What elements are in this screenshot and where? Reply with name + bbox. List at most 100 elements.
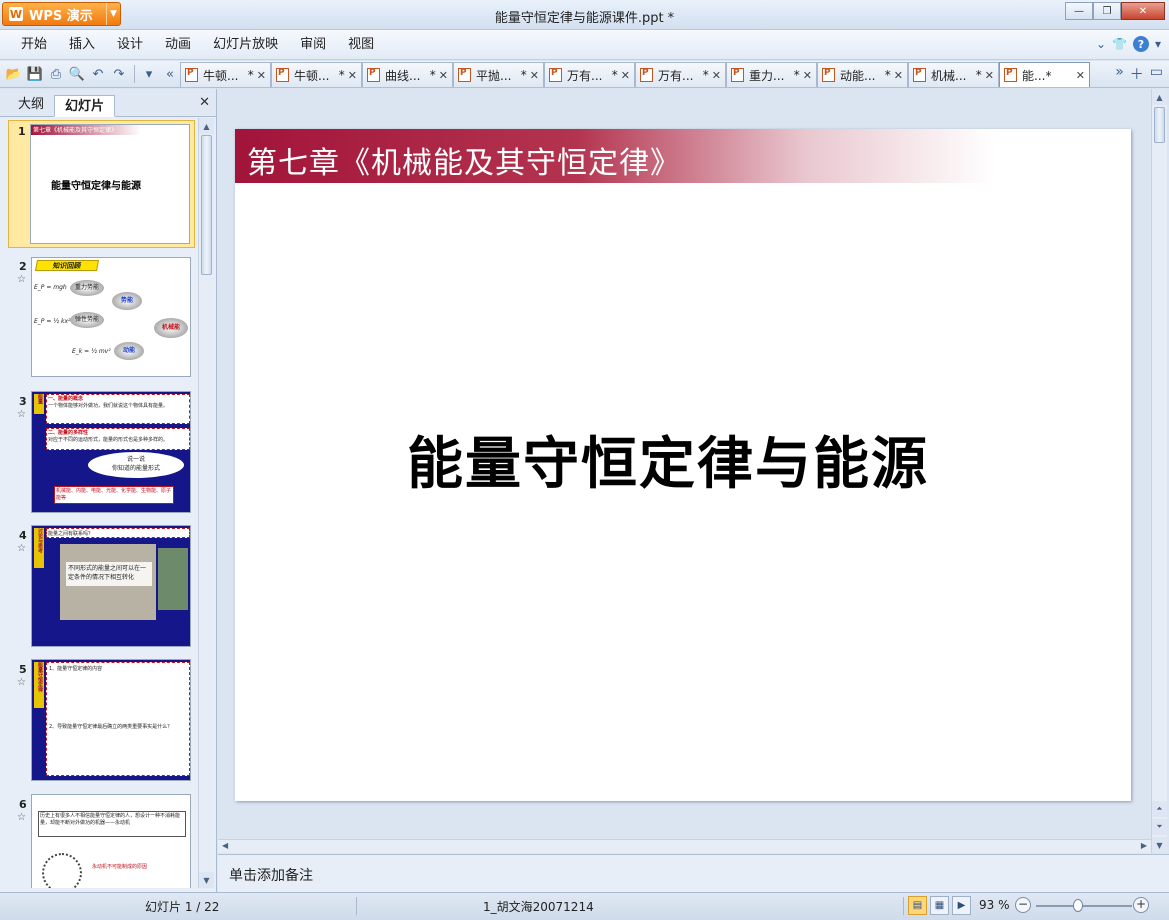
notes-pane[interactable]: 单击添加备注 [218, 854, 1169, 892]
open-icon[interactable]: 📂 [4, 64, 24, 84]
restore-button[interactable]: ❐ [1093, 2, 1121, 20]
doc-tab[interactable]: 牛顿...*✕ [271, 62, 362, 87]
minimize-button[interactable]: — [1065, 2, 1093, 20]
template-name: 1_胡文海20071214 [483, 900, 594, 914]
zoom-slider-handle[interactable] [1073, 899, 1083, 912]
thumbnails-scrollbar[interactable]: ▲ ▼ [198, 118, 214, 888]
tab-list-icon[interactable]: ▭ [1150, 64, 1163, 84]
print-preview-icon[interactable]: 🔍 [67, 64, 87, 84]
close-tab-icon[interactable]: ✕ [803, 69, 812, 82]
collapse-ribbon-icon[interactable]: ⌄ [1096, 37, 1106, 51]
print-icon[interactable]: ⎙ [46, 64, 66, 84]
scroll-up-icon[interactable]: ▲ [199, 118, 214, 134]
doc-tab[interactable]: 牛顿...*✕ [180, 62, 271, 87]
ppt-file-icon [640, 68, 653, 82]
slide-thumbnail-6[interactable]: 6 ☆ 历史上有很多人不相信能量守恒定律的人，想设计一种不消耗能量，却能不断对外… [11, 794, 193, 888]
menu-view[interactable]: 视图 [337, 30, 385, 60]
divider [134, 65, 135, 83]
status-bar: 幻灯片 1 / 22 1_胡文海20071214 ▤ ▦ ▶ 93 % − + [0, 892, 1169, 920]
doc-tab[interactable]: 万有...*✕ [544, 62, 635, 87]
document-tabs: 牛顿...*✕ 牛顿...*✕ 曲线...*✕ 平抛...*✕ 万有...*✕ … [180, 62, 1090, 87]
save-icon[interactable]: 💾 [25, 64, 45, 84]
tabs-scroll-right-icon[interactable]: » [1115, 64, 1124, 84]
slide-chapter-title[interactable]: 第七章《机械能及其守恒定律》 [247, 138, 681, 182]
menu-design[interactable]: 设计 [106, 30, 154, 60]
animation-star-icon: ☆ [17, 274, 26, 285]
menu-animation[interactable]: 动画 [154, 30, 202, 60]
doc-tab[interactable]: 动能...*✕ [817, 62, 908, 87]
help-icon[interactable]: ? [1132, 36, 1149, 52]
tab-slides[interactable]: 幻灯片 [54, 95, 116, 117]
slide-thumbnail-3[interactable]: 3 ☆ 能量 一、能量的概念 一个物体能够对外做功，我们就说这个物体具有能量。 … [11, 391, 193, 513]
animation-star-icon: ☆ [17, 543, 26, 554]
editor-horizontal-scrollbar[interactable]: ◀ ▶ [218, 839, 1151, 853]
normal-view-icon[interactable]: ▤ [908, 896, 927, 915]
slide-thumbnail-5[interactable]: 5 ☆ 能量守恒定律 1、能量守恒定律的内容 2、导致能量守恒定律最后确立的两类… [11, 659, 193, 781]
close-tab-icon[interactable]: ✕ [621, 69, 630, 82]
help-dropdown-icon[interactable]: ▾ [1155, 37, 1161, 51]
scrollbar-thumb[interactable] [1154, 107, 1165, 143]
document-title: 能量守恒定律与能源课件.ppt * [494, 11, 675, 26]
close-tab-icon[interactable]: ✕ [712, 69, 721, 82]
doc-tab-active[interactable]: 能...*✕ [999, 62, 1090, 87]
slide-banner: 第七章《机械能及其守恒定律》 [235, 129, 995, 183]
scroll-down-icon[interactable]: ▼ [199, 872, 214, 888]
slides-panel: 大纲 幻灯片 ✕ 1 第七章《机械能及其守恒定律》 能量守恒定律与能源 2 ☆ … [0, 89, 217, 892]
ppt-file-icon [1004, 68, 1017, 82]
page-down-icon[interactable]: ⏷ [1152, 819, 1167, 835]
scrollbar-thumb[interactable] [201, 135, 212, 275]
doc-tab[interactable]: 曲线...*✕ [362, 62, 453, 87]
page-up-icon[interactable]: ⏶ [1152, 801, 1167, 817]
animation-star-icon: ☆ [17, 677, 26, 688]
scroll-left-icon[interactable]: ◀ [222, 841, 228, 850]
skin-icon[interactable]: 👕 [1112, 37, 1127, 51]
zoom-slider-track[interactable] [1036, 905, 1132, 907]
close-tab-icon[interactable]: ✕ [894, 69, 903, 82]
customize-toolbar-icon[interactable]: ▾ [139, 64, 159, 84]
slide-title[interactable]: 能量守恒定律与能源 [235, 419, 1131, 500]
divider [903, 897, 904, 915]
close-tab-icon[interactable]: ✕ [530, 69, 539, 82]
ppt-file-icon [458, 68, 471, 82]
tabs-scroll-left-icon[interactable]: « [160, 64, 180, 84]
zoom-out-icon[interactable]: − [1015, 897, 1031, 913]
doc-tab[interactable]: 机械...*✕ [908, 62, 999, 87]
slide-editor: 第七章《机械能及其守恒定律》 能量守恒定律与能源 [218, 89, 1151, 839]
slide-thumbnail-4[interactable]: 4 ☆ 讨论与思考 能量之间有联系吗？ 不同形式的能量之间可以在一定条件的情况下… [11, 525, 193, 647]
slide-thumbnail-2[interactable]: 2 ☆ 知识回顾 E_P = mgh E_P = ½ kx² E_k = ½ m… [11, 256, 193, 378]
ppt-file-icon [913, 68, 926, 82]
close-tab-icon[interactable]: ✕ [348, 69, 357, 82]
scroll-up-icon[interactable]: ▲ [1152, 89, 1167, 105]
close-tab-icon[interactable]: ✕ [439, 69, 448, 82]
menu-review[interactable]: 审阅 [289, 30, 337, 60]
scroll-right-icon[interactable]: ▶ [1141, 841, 1147, 850]
slide-canvas[interactable]: 第七章《机械能及其守恒定律》 能量守恒定律与能源 [235, 129, 1131, 801]
ppt-file-icon [276, 68, 289, 82]
menu-slideshow[interactable]: 幻灯片放映 [202, 30, 289, 60]
close-button[interactable]: ✕ [1121, 2, 1165, 20]
menu-insert[interactable]: 插入 [58, 30, 106, 60]
close-tab-icon[interactable]: ✕ [985, 69, 994, 82]
menu-bar: 开始 插入 设计 动画 幻灯片放映 审阅 视图 ⌄ 👕 ? ▾ [0, 30, 1169, 60]
tab-outline[interactable]: 大纲 [8, 94, 54, 116]
new-tab-icon[interactable]: ＋ [1130, 64, 1144, 84]
editor-vertical-scrollbar[interactable]: ▲ ⏶ ⏷ ▼ [1151, 89, 1167, 853]
close-tab-icon[interactable]: ✕ [1076, 69, 1085, 82]
zoom-level: 93 % [979, 898, 1010, 912]
slide-sorter-view-icon[interactable]: ▦ [930, 896, 949, 915]
doc-tab[interactable]: 平抛...*✕ [453, 62, 544, 87]
scroll-down-icon[interactable]: ▼ [1152, 837, 1167, 853]
undo-icon[interactable]: ↶ [88, 64, 108, 84]
close-tab-icon[interactable]: ✕ [257, 69, 266, 82]
ppt-file-icon [822, 68, 835, 82]
slideshow-view-icon[interactable]: ▶ [952, 896, 971, 915]
menu-home[interactable]: 开始 [10, 30, 58, 60]
zoom-in-icon[interactable]: + [1133, 897, 1149, 913]
ppt-file-icon [731, 68, 744, 82]
notes-placeholder[interactable]: 单击添加备注 [229, 865, 313, 885]
slide-thumbnail-1[interactable]: 1 第七章《机械能及其守恒定律》 能量守恒定律与能源 [8, 120, 195, 248]
doc-tab[interactable]: 重力...*✕ [726, 62, 817, 87]
close-panel-icon[interactable]: ✕ [199, 95, 210, 110]
redo-icon[interactable]: ↷ [109, 64, 129, 84]
doc-tab[interactable]: 万有...*✕ [635, 62, 726, 87]
